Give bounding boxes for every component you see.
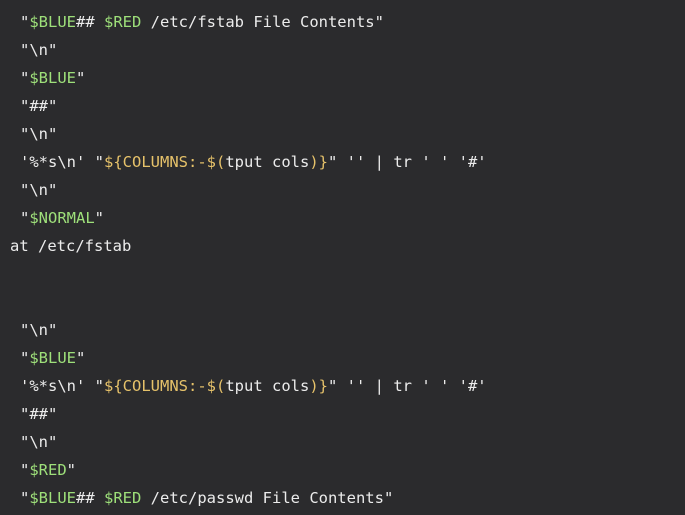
code-token-var: $BLUE: [29, 69, 77, 87]
code-token-sub: ${COLUMNS:-$(: [104, 377, 226, 395]
code-token-str: /etc/fstab File Contents": [141, 13, 384, 31]
code-line[interactable]: "$BLUE## $RED /etc/fstab File Contents": [20, 8, 384, 36]
code-token-str: " '' | tr ' ' '#': [328, 153, 487, 171]
code-line[interactable]: "$RED": [20, 456, 76, 484]
code-token-str: ##: [76, 13, 105, 31]
code-token-str: ": [20, 13, 30, 31]
code-line[interactable]: "\n": [20, 176, 57, 204]
code-token-str: ": [20, 69, 30, 87]
code-token-sub: )}: [309, 377, 328, 395]
code-token-var: $BLUE: [29, 489, 77, 507]
code-token-var: $RED: [104, 489, 142, 507]
code-line[interactable]: "$BLUE": [20, 64, 85, 92]
code-token-str: ##: [76, 489, 105, 507]
code-token-var: $RED: [104, 13, 142, 31]
code-token-str: ": [76, 69, 86, 87]
code-token-var: $RED: [29, 461, 67, 479]
code-token-str: " '' | tr ' ' '#': [328, 377, 487, 395]
code-line[interactable]: "\n": [20, 120, 57, 148]
code-token-str: "##": [20, 97, 58, 115]
code-token-var: $BLUE: [29, 13, 77, 31]
code-token-str: tput cols: [225, 153, 310, 171]
code-line[interactable]: "\n": [20, 428, 57, 456]
code-token-str: "##": [20, 405, 58, 423]
code-token-str: "\n": [20, 41, 58, 59]
code-line[interactable]: "$BLUE## $RED /etc/passwd File Contents": [20, 484, 393, 512]
code-token-str: /etc/passwd File Contents": [141, 489, 394, 507]
code-token-str: "\n": [20, 433, 58, 451]
code-line[interactable]: "##": [20, 400, 57, 428]
code-token-str: '%*s\n' ": [20, 377, 104, 395]
code-token-var: $NORMAL: [29, 209, 95, 227]
code-line[interactable]: "##": [20, 92, 57, 120]
code-token-str: ": [20, 209, 30, 227]
code-line[interactable]: "\n": [20, 36, 57, 64]
code-token-sub: )}: [309, 153, 328, 171]
code-token-str: ": [20, 461, 30, 479]
code-token-str: ": [94, 209, 105, 227]
code-token-sub: ${COLUMNS:-$(: [104, 153, 226, 171]
code-line[interactable]: '%*s\n' "${COLUMNS:-$(tput cols)}" '' | …: [20, 148, 487, 176]
code-token-str: ": [76, 349, 86, 367]
code-token-str: ": [66, 461, 77, 479]
code-token-str: ": [20, 489, 30, 507]
code-token-str: "\n": [20, 125, 58, 143]
code-line[interactable]: "$NORMAL": [20, 204, 104, 232]
code-token-str: '%*s\n' ": [20, 153, 104, 171]
code-token-plain: at /etc/fstab: [10, 237, 132, 255]
code-line[interactable]: at /etc/fstab: [10, 232, 131, 260]
code-token-str: "\n": [20, 321, 58, 339]
code-line[interactable]: "\n": [20, 316, 57, 344]
code-line[interactable]: "$BLUE": [20, 344, 85, 372]
code-token-str: ": [20, 349, 30, 367]
code-editor[interactable]: · "$BLUE## $RED /etc/fstab File Contents…: [0, 0, 685, 515]
scroll-marker: ·: [20, 0, 34, 3]
code-line[interactable]: '%*s\n' "${COLUMNS:-$(tput cols)}" '' | …: [20, 372, 487, 400]
code-token-var: $BLUE: [29, 349, 77, 367]
code-token-str: "\n": [20, 181, 58, 199]
code-token-str: tput cols: [225, 377, 310, 395]
